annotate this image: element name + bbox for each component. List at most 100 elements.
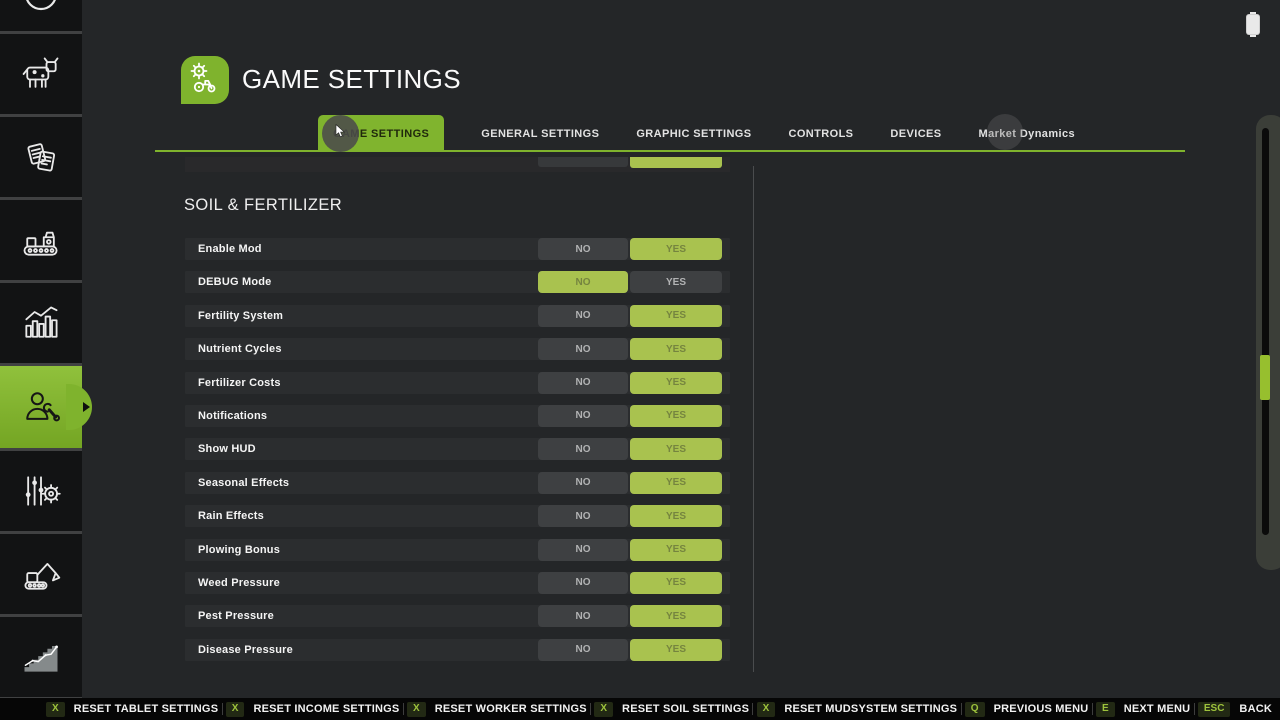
toggle-no-button[interactable]: NO <box>538 372 628 394</box>
terrain-graph-icon <box>19 635 63 679</box>
keybind-bar: XRESET TABLET SETTINGSXRESET INCOME SETT… <box>0 698 1280 720</box>
keybind-reset-mudsystem-settings[interactable]: XRESET MUDSYSTEM SETTINGS <box>757 702 958 717</box>
setting-label: Weed Pressure <box>198 577 280 589</box>
setting-label: Notifications <box>198 410 267 422</box>
keybind-label: NEXT MENU <box>1124 703 1191 715</box>
settings-row: Enable ModNOYES <box>185 238 730 260</box>
keybind-label: RESET MUDSYSTEM SETTINGS <box>784 703 957 715</box>
tab-devices[interactable]: DEVICES <box>890 128 941 140</box>
sidebar-item-statistics[interactable] <box>0 283 82 366</box>
toggle-no-button[interactable]: NO <box>538 639 628 661</box>
keybind-reset-income-settings[interactable]: X RESET INCOME SETTINGS <box>226 702 400 717</box>
keybind-separator <box>222 703 223 715</box>
settings-list: Enable ModNOYESDEBUG ModeNOYESFertility … <box>185 238 730 672</box>
keybind-previous-menu[interactable]: Q PREVIOUS MENU <box>965 702 1089 717</box>
excavator-icon <box>19 552 63 596</box>
sidebar-item-animals[interactable] <box>0 34 82 117</box>
tab-general-settings[interactable]: GENERAL SETTINGS <box>481 128 599 140</box>
scrollbar <box>1256 115 1280 570</box>
ghost-cursor-indicator <box>987 114 1023 150</box>
active-item-arrow-icon <box>83 402 90 412</box>
scrollbar-thumb[interactable] <box>1260 355 1270 400</box>
toggle-yes-button[interactable]: YES <box>630 372 722 394</box>
toggle-yes-button[interactable]: YES <box>630 271 722 293</box>
key-badge: X <box>46 702 65 717</box>
keybind-label: PREVIOUS MENU <box>994 703 1089 715</box>
keybind-label: RESET INCOME SETTINGS <box>253 703 399 715</box>
toggle-yes-button[interactable]: YES <box>630 572 722 594</box>
toggle-yes-button[interactable]: YES <box>630 605 722 627</box>
keybind-next-menu[interactable]: E NEXT MENU <box>1096 702 1190 717</box>
sidebar-item-contracts[interactable] <box>0 117 82 200</box>
battery-icon <box>1247 15 1259 34</box>
setting-label: Pest Pressure <box>198 610 274 622</box>
sidebar-item-mod-settings[interactable] <box>0 451 82 534</box>
sidebar-item-player-settings[interactable] <box>0 366 82 451</box>
toggle-no-button[interactable]: NO <box>538 505 628 527</box>
toggle-no-button[interactable] <box>538 157 628 167</box>
toggle-yes-button[interactable] <box>630 157 722 168</box>
toggle-no-button[interactable]: NO <box>538 572 628 594</box>
toggle-no-button[interactable]: NO <box>538 405 628 427</box>
toggle-yes-button[interactable]: YES <box>630 338 722 360</box>
settings-row: Show HUD NOYES <box>185 438 730 460</box>
documents-icon <box>19 135 63 179</box>
page-title: GAME SETTINGS <box>242 64 461 95</box>
toggle-yes-button[interactable]: YES <box>630 438 722 460</box>
tab-graphic-settings[interactable]: GRAPHIC SETTINGS <box>636 128 751 140</box>
keybind-reset-worker-settings[interactable]: XRESET WORKER SETTINGS <box>407 702 587 717</box>
setting-label: Show HUD <box>198 443 256 455</box>
cow-icon <box>19 52 63 96</box>
keybind-label: RESET SOIL SETTINGS <box>622 703 749 715</box>
settings-row: Weed Pressure NOYES <box>185 572 730 594</box>
key-badge: X <box>594 702 613 717</box>
key-badge: ESC <box>1198 702 1231 717</box>
keybind-separator <box>961 703 962 715</box>
tab-bar: GAME SETTINGSGENERAL SETTINGSGRAPHIC SET… <box>318 115 1075 152</box>
keybind-reset-tablet-settings[interactable]: XRESET TABLET SETTINGS <box>46 702 218 717</box>
keybind-reset-soil-settings[interactable]: X RESET SOIL SETTINGS <box>594 702 749 717</box>
sidebar-item-production[interactable] <box>0 200 82 283</box>
toggle-yes-button[interactable]: YES <box>630 238 722 260</box>
toggle-no-button[interactable]: NO <box>538 472 628 494</box>
settings-row: Disease PressureNOYES <box>185 639 730 661</box>
scrollbar-track[interactable] <box>1262 128 1269 535</box>
toggle-no-button[interactable]: NO <box>538 271 628 293</box>
mouse-cursor-icon <box>335 124 347 143</box>
circle-arc-icon <box>19 0 63 17</box>
setting-label: DEBUG Mode <box>198 276 272 288</box>
setting-label: Plowing Bonus <box>198 544 280 556</box>
sliders-gear-icon <box>19 469 63 513</box>
toggle-yes-button[interactable]: YES <box>630 472 722 494</box>
keybind-separator <box>590 703 591 715</box>
setting-label: Seasonal Effects <box>198 477 289 489</box>
toggle-no-button[interactable]: NO <box>538 338 628 360</box>
toggle-no-button[interactable]: NO <box>538 305 628 327</box>
key-badge: X <box>407 702 426 717</box>
settings-row: Notifications NOYES <box>185 405 730 427</box>
key-badge: E <box>1096 702 1115 717</box>
sidebar-item-map[interactable] <box>0 0 82 34</box>
keybind-back[interactable]: ESCBACK <box>1198 702 1272 717</box>
toggle-yes-button[interactable]: YES <box>630 505 722 527</box>
key-badge: Q <box>965 702 985 717</box>
key-badge: X <box>226 702 245 717</box>
toggle-yes-button[interactable]: YES <box>630 539 722 561</box>
toggle-yes-button[interactable]: YES <box>630 405 722 427</box>
toggle-no-button[interactable]: NO <box>538 605 628 627</box>
sidebar-item-construction[interactable] <box>0 534 82 617</box>
setting-label: Fertilizer Costs <box>198 377 281 389</box>
settings-row: Seasonal Effects NOYES <box>185 472 730 494</box>
settings-row: Fertility SystemNOYES <box>185 305 730 327</box>
sidebar-item-terrain[interactable] <box>0 617 82 700</box>
keybind-separator <box>1092 703 1093 715</box>
toggle-yes-button[interactable]: YES <box>630 639 722 661</box>
settings-row: Plowing Bonus NOYES <box>185 539 730 561</box>
toggle-no-button[interactable]: NO <box>538 238 628 260</box>
toggle-no-button[interactable]: NO <box>538 539 628 561</box>
tab-underline <box>155 150 1185 152</box>
toggle-no-button[interactable]: NO <box>538 438 628 460</box>
tab-controls[interactable]: CONTROLS <box>789 128 854 140</box>
section-title: SOIL & FERTILIZER <box>184 196 342 215</box>
toggle-yes-button[interactable]: YES <box>630 305 722 327</box>
